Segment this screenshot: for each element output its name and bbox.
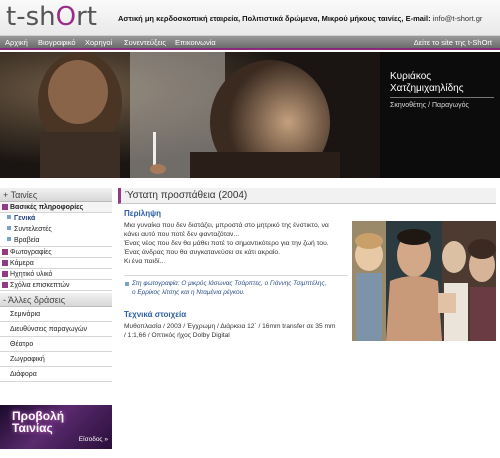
person-name: Κυριάκος Χατζημιχαηλίδης [390, 71, 464, 95]
sidebar-item-label: Βασικές πληροφορίες [10, 204, 84, 211]
tech-heading: Τεχνικά στοιχεία [124, 310, 187, 319]
promo-title-line2: Ταινίας [12, 421, 53, 435]
sidebar-other-header[interactable]: - Άλλες δράσεις [0, 293, 112, 307]
person-role: Σκηνοθέτης / Παραγωγός [390, 102, 469, 109]
promo-enter-link[interactable]: Είσοδος » [79, 436, 108, 443]
sidebar-item-camera[interactable]: Κάμερα [0, 258, 112, 269]
sidebar-item-label: Ηχητικό υλικό [10, 271, 53, 278]
tech-details: Μυθοπλασία / 2003 / Έγχρωμη / Διάρκεια 1… [124, 322, 364, 340]
banner-film-still [0, 52, 380, 178]
sidebar-films-header[interactable]: + Ταινίες [0, 188, 112, 202]
expand-icon [2, 270, 8, 277]
hero-banner: Κυριάκος Χατζημιχαηλίδης Σκηνοθέτης / Πα… [0, 52, 500, 178]
sidebar-subitem-label: Βραβεία [14, 237, 40, 244]
sidebar-item-label: Σχόλια επισκεπτών [10, 282, 70, 289]
logo-text-accent: O [55, 2, 77, 32]
summary-heading: Περίληψη [124, 209, 161, 218]
bullet-icon [7, 226, 11, 230]
sidebar-other-theatre[interactable]: Θέατρο [0, 337, 112, 352]
sidebar-other-producers[interactable]: Διευθύνσεις παραγωγών [0, 322, 112, 337]
summary-line: κάνει αυτό που ποτέ δεν φανταζόταν... [124, 231, 240, 238]
expand-icon [2, 259, 8, 266]
main-content: Ύστατη προσπάθεια (2004) Περίληψη Μια γυ… [118, 188, 496, 341]
top-nav: Αρχική Βιογραφικό Χορηγοί Συνεντεύξεις Ε… [0, 36, 500, 50]
nav-item-interviews[interactable]: Συνεντεύξεις [124, 38, 166, 47]
nav-item-contact[interactable]: Επικοινωνία [175, 38, 216, 47]
caption-divider [124, 275, 348, 276]
nav-item-bio[interactable]: Βιογραφικό [38, 38, 76, 47]
sidebar-item-label: Κάμερα [10, 260, 34, 267]
summary-line: Μια γυναίκα που δεν διστάζει, μπροστά στ… [124, 222, 329, 229]
summary-text: Μια γυναίκα που δεν διστάζει, μπροστά στ… [124, 221, 352, 266]
site-tagline: Αστική μη κερδοσκοπική εταιρεία, Πολιτισ… [118, 14, 482, 23]
bullet-icon [7, 237, 11, 241]
expand-icon [2, 248, 8, 255]
nav-item-sponsors[interactable]: Χορηγοί [85, 38, 112, 47]
tech-line: Μυθοπλασία / 2003 / Έγχρωμη / Διάρκεια 1… [124, 323, 336, 330]
caption-line: ο Ερρίκος λίτσης και η Νταμένια ρέγκου. [132, 288, 245, 296]
sidebar-subitem-crew[interactable]: Συντελεστές [0, 224, 112, 235]
sidebar-item-photos[interactable]: Φωτογραφίες [0, 247, 112, 258]
summary-line: Ένας νέος που δεν θα μάθει ποτέ το σημαν… [124, 240, 329, 247]
tech-line: / 1:1,66 / Οπτικός ήχος Dolby Digital [124, 332, 230, 339]
film-screening-banner[interactable]: Προβολή Ταινίας Είσοδος » [0, 405, 112, 449]
logo-text-start: t-sh [6, 2, 56, 32]
site-logo[interactable]: t-shOrt [6, 2, 97, 32]
photo-caption: Στη φωτογραφία: Ο μικρός Ιάσωνας Τσάρπτε… [125, 280, 354, 297]
sidebar-item-basic-info[interactable]: Βασικές πληροφορίες [0, 202, 112, 213]
sidebar-other-painting[interactable]: Ζωγραφική [0, 352, 112, 367]
sidebar-subitem-awards[interactable]: Βραβεία [0, 235, 112, 247]
sidebar-item-audio[interactable]: Ηχητικό υλικό [0, 269, 112, 280]
site-header: t-shOrt Αστική μη κερδοσκοπική εταιρεία,… [0, 0, 500, 36]
sidebar-subitem-label: Γενικά [14, 215, 36, 222]
bullet-icon [125, 282, 129, 286]
film-collage-image[interactable] [352, 221, 496, 341]
collapse-icon [2, 203, 8, 210]
caption-line: Στη φωτογραφία: Ο μικρός Ιάσωνας Τσάρπτε… [132, 280, 327, 287]
expand-icon [2, 281, 8, 288]
person-first-name: Κυριάκος [390, 71, 432, 82]
tagline-text: Αστική μη κερδοσκοπική εταιρεία, Πολιτισ… [118, 14, 431, 23]
sidebar-item-comments[interactable]: Σχόλια επισκεπτών [0, 280, 112, 291]
page-title: Ύστατη προσπάθεια (2004) [118, 188, 496, 204]
sidebar-other-seminars[interactable]: Σεμινάρια [0, 307, 112, 322]
sidebar-item-label: Φωτογραφίες [10, 249, 52, 256]
email-link[interactable]: info@t-short.gr [433, 14, 483, 23]
person-last-name: Χατζημιχαηλίδης [390, 83, 464, 94]
sidebar-subitem-label: Συντελεστές [14, 226, 52, 233]
sidebar: + Ταινίες Βασικές πληροφορίες Γενικά Συν… [0, 188, 112, 382]
banner-divider [390, 97, 494, 98]
summary-line: Κι ένα παιδί... [124, 258, 166, 265]
sidebar-other-misc[interactable]: Διάφορα [0, 367, 112, 382]
summary-line: Ένας άνδρας που θα συγκατανεύσει σε κάτι… [124, 249, 281, 256]
nav-external-link[interactable]: Δείτε το site της t-ShOrt [414, 38, 492, 47]
logo-text-end: rt [76, 2, 97, 32]
sidebar-subitem-general[interactable]: Γενικά [0, 213, 112, 224]
nav-item-home[interactable]: Αρχική [5, 38, 28, 47]
bullet-icon [7, 215, 11, 219]
